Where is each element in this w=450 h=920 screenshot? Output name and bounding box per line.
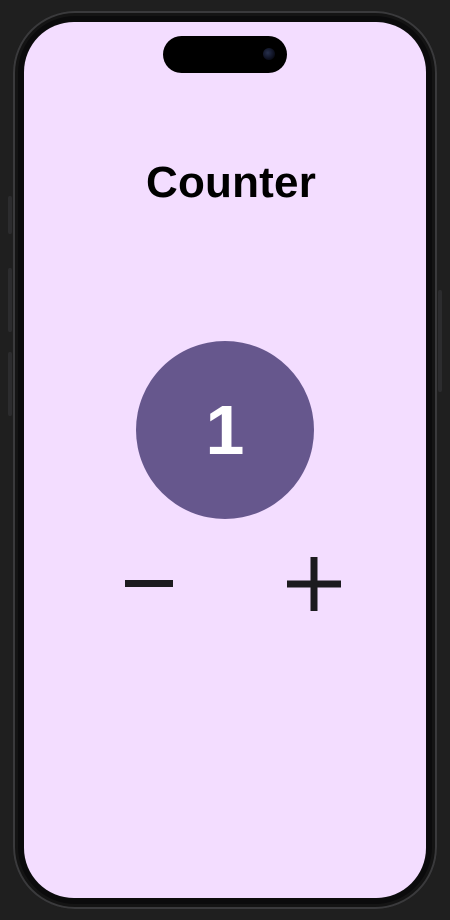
page-title: Counter <box>145 158 317 207</box>
counter-display: 1 <box>136 341 314 519</box>
dynamic-island <box>163 36 287 73</box>
camera-icon <box>263 48 275 60</box>
plus-icon <box>287 557 341 611</box>
action-button <box>8 196 12 234</box>
power-button <box>438 290 442 392</box>
counter-value: 1 <box>205 391 245 469</box>
decrement-button[interactable] <box>114 554 184 614</box>
minus-icon <box>125 580 173 587</box>
app-screen: Counter 1 <box>24 22 426 898</box>
device-stage: Counter 1 <box>0 0 450 920</box>
volume-up-button <box>8 268 12 332</box>
volume-down-button <box>8 352 12 416</box>
increment-button[interactable] <box>279 554 349 614</box>
